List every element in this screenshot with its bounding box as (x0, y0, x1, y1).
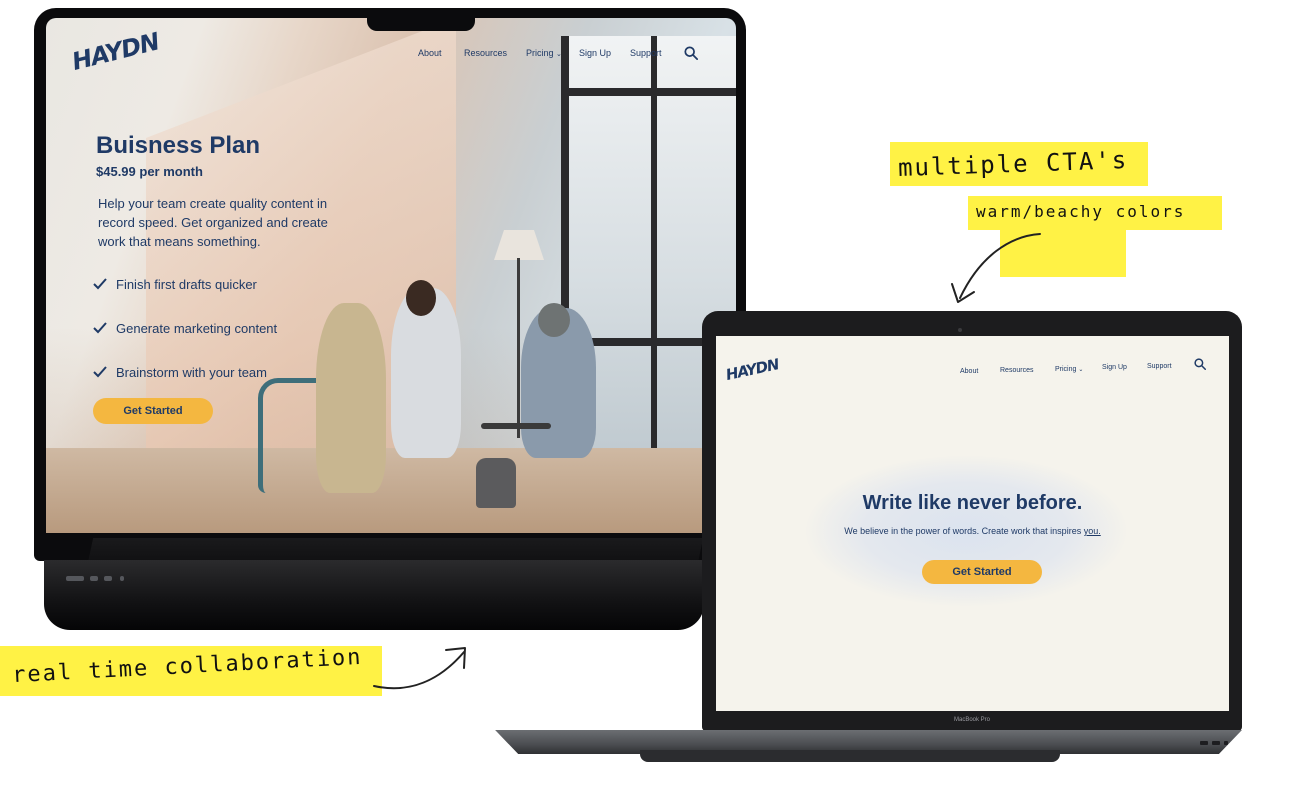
photo-person-head (406, 280, 436, 316)
arrow-icon (951, 233, 1041, 303)
usb-port (66, 576, 84, 581)
nav-support[interactable]: Support (630, 48, 662, 58)
laptop-model-label: MacBook Pro (953, 717, 990, 723)
feature-label: Finish first drafts quicker (116, 276, 257, 292)
right-laptop-screen: HAYDN About Resources Pricing ⌄ Sign Up … (716, 336, 1229, 711)
checkmark-icon (93, 366, 107, 378)
nav-sign-up[interactable]: Sign Up (579, 48, 611, 58)
photo-floor (46, 448, 736, 533)
feature-label: Generate marketing content (116, 320, 278, 336)
annotation-colors: warm/beachy colors (976, 202, 1186, 221)
left-laptop-base (44, 560, 704, 630)
hero-subtext-emphasis: you. (1083, 526, 1101, 536)
hero-subtext: We believe in the power of words. Create… (716, 526, 1229, 536)
search-icon[interactable] (1194, 358, 1206, 370)
chevron-down-icon: ⌄ (1078, 367, 1084, 373)
usb-port (90, 576, 98, 581)
checkmark-icon (93, 278, 107, 290)
photo-window-frame (651, 36, 657, 516)
nav-pricing-label: Pricing (1055, 366, 1077, 373)
left-laptop-notch (367, 11, 475, 31)
nav-sign-up[interactable]: Sign Up (1102, 364, 1127, 371)
right-laptop-lip (640, 750, 1060, 762)
nav-pricing[interactable]: Pricing ⌄ (526, 48, 562, 58)
photo-table (481, 423, 551, 429)
nav-resources[interactable]: Resources (1000, 367, 1033, 374)
headphone-port (120, 576, 124, 581)
search-icon[interactable] (684, 46, 698, 60)
nav-resources[interactable]: Resources (464, 48, 507, 58)
haydn-logo[interactable]: HAYDN (69, 27, 161, 76)
feature-label: Brainstorm with your team (116, 364, 267, 380)
hero-subtext-body: We believe in the power of words. Create… (844, 526, 1082, 536)
headphone-port (1224, 741, 1228, 745)
chevron-down-icon: ⌄ (556, 51, 562, 58)
feature-item: Brainstorm with your team (92, 364, 267, 380)
photo-person (316, 303, 386, 493)
nav-pricing-label: Pricing (526, 48, 554, 58)
hero-headline: Write like never before. (862, 492, 1083, 514)
photo-window-frame (561, 88, 736, 96)
usb-port (1200, 741, 1208, 745)
haydn-logo[interactable]: HAYDN (724, 355, 780, 384)
nav-about[interactable]: About (960, 368, 978, 375)
nav-pricing[interactable]: Pricing ⌄ (1055, 366, 1083, 373)
photo-lamp (494, 230, 544, 260)
get-started-button[interactable]: Get Started (922, 560, 1042, 584)
left-laptop-screen: HAYDN About Resources Pricing ⌄ Sign Up … (46, 18, 736, 533)
checkmark-icon (93, 322, 107, 334)
photo-lamp-pole (517, 258, 520, 438)
webcam-icon (958, 328, 962, 332)
plan-description: Help your team create quality content in… (98, 196, 328, 249)
nav-about[interactable]: About (418, 48, 442, 58)
photo-stool (476, 458, 516, 508)
photo-person-head (538, 303, 570, 337)
plan-price: $45.99 per month (96, 164, 203, 179)
arrow-icon (373, 647, 466, 690)
feature-item: Generate marketing content (92, 320, 277, 336)
feature-item: Finish first drafts quicker (92, 276, 257, 292)
get-started-button[interactable]: Get Started (93, 398, 213, 424)
usb-port (104, 576, 112, 581)
plan-title: Buisness Plan (96, 132, 261, 159)
nav-support[interactable]: Support (1147, 363, 1172, 370)
usb-port (1212, 741, 1220, 745)
